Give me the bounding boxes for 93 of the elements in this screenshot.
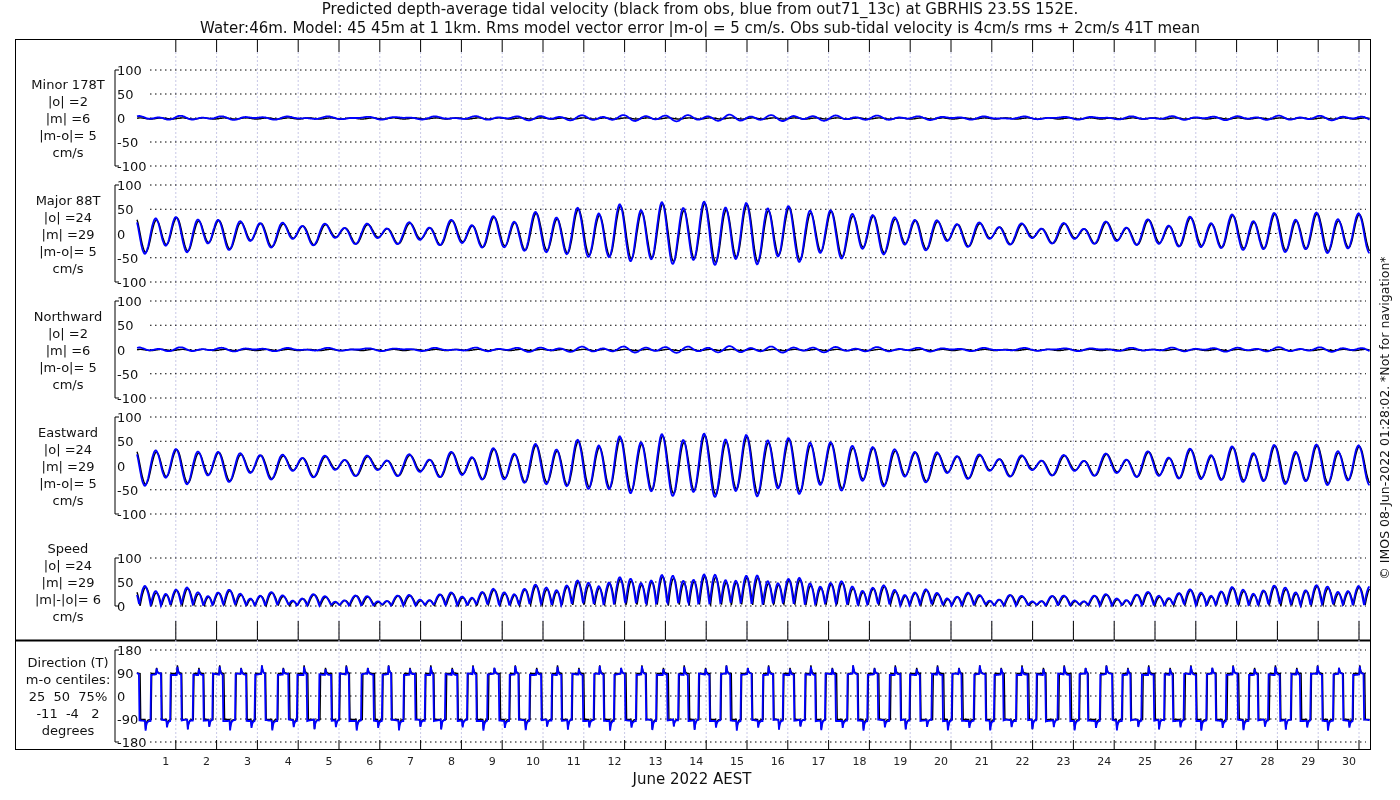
x-tick-label: 2	[203, 755, 211, 768]
panel-label: Major 88T	[35, 192, 101, 208]
y-tick-label: 0	[117, 342, 126, 358]
y-tick-label: 50	[117, 318, 134, 334]
panel-label: Speed	[47, 541, 89, 556]
y-tick-label: 100	[117, 63, 142, 78]
x-tick-label: 12	[607, 755, 622, 768]
x-tick-label: 17	[811, 755, 826, 768]
x-tick-label: 25	[1138, 755, 1152, 768]
plot-title: Predicted depth-average tidal velocity (black from obs, blue from out71_13c) at GBRHIS 23.5S 152E.	[321, 0, 1079, 18]
y-tick-label: -100	[117, 159, 147, 174]
panel-label: 25 50 75%	[28, 689, 108, 704]
panel-label: |m-o|= 5	[39, 243, 97, 259]
x-tick-label: 23	[1056, 755, 1071, 768]
y-tick-label: -100	[117, 391, 147, 406]
panel-label: |m-o|= 5	[39, 128, 97, 143]
panel-label: degrees	[41, 723, 95, 738]
panel-label: cm/s	[52, 260, 84, 276]
x-tick-label: 14	[689, 755, 704, 768]
x-tick-label: 4	[284, 755, 292, 768]
panel-label: |m-o|= 5	[39, 475, 97, 491]
panel-label: Eastward	[38, 424, 98, 440]
y-tick-label: -50	[117, 250, 139, 266]
panel-label: cm/s	[52, 609, 84, 624]
y-tick-label: 100	[117, 410, 142, 425]
x-tick-label: 21	[974, 755, 989, 768]
x-tick-label: 20	[934, 755, 948, 768]
x-tick-label: 19	[893, 755, 908, 768]
x-tick-label: 15	[730, 755, 744, 768]
x-tick-label: 10	[526, 755, 540, 768]
x-tick-label: 26	[1178, 755, 1193, 768]
panel-label: |m| =6	[45, 342, 91, 358]
panel-label: cm/s	[52, 376, 84, 392]
y-tick-label: 0	[117, 226, 126, 242]
x-tick-label: 18	[852, 755, 867, 768]
y-tick-label: 50	[117, 87, 134, 102]
y-tick-label: -50	[117, 482, 139, 498]
y-tick-label: -100	[117, 275, 147, 290]
y-tick-label: 50	[117, 202, 134, 218]
panel-label: |m| =29	[41, 226, 95, 242]
panel-label: |m| =29	[41, 575, 95, 590]
y-tick-label: -50	[117, 366, 139, 382]
x-tick-label: 9	[488, 755, 496, 768]
panel-label: -11 -4 2	[36, 706, 100, 721]
x-tick-label: 8	[447, 755, 455, 768]
panel-label: m-o centiles:	[25, 672, 111, 687]
panel-label: |m| =29	[41, 458, 95, 474]
panel-label: |o| =2	[48, 94, 88, 109]
x-tick-label: 3	[243, 755, 251, 768]
copyright-note: © IMOS 08-Jun-2022 01:28:02. *Not for navigation*	[1377, 256, 1392, 580]
x-tick-label: 5	[325, 755, 333, 768]
x-tick-label: 11	[566, 755, 581, 768]
y-tick-label: 100	[117, 294, 142, 309]
panel-label: cm/s	[52, 492, 84, 508]
x-axis-label: June 2022 AEST	[632, 770, 752, 788]
panel-label: Northward	[33, 308, 103, 324]
panel-label: Direction (T)	[27, 655, 109, 670]
x-tick-label: 29	[1301, 755, 1316, 768]
y-tick-label: 0	[117, 458, 126, 474]
y-tick-label: 100	[117, 178, 142, 193]
panel-label: cm/s	[52, 145, 84, 160]
x-tick-label: 6	[366, 755, 374, 768]
plot-title: Water:46m. Model: 45 45m at 1 1km. Rms model vector error |m-o| = 5 cm/s. Obs sub-tidal velocity is 4cm/s rms + 2cm/s 41T mean	[200, 19, 1200, 37]
y-tick-label: 0	[117, 689, 126, 704]
y-tick-label: 50	[117, 434, 134, 450]
y-tick-label: 0	[117, 599, 126, 614]
y-tick-label: -100	[117, 507, 147, 522]
x-tick-label: 1	[162, 755, 170, 768]
x-tick-label: 28	[1260, 755, 1275, 768]
panel-label: |o| =24	[43, 558, 93, 573]
y-axis	[114, 557, 120, 607]
y-tick-label: 0	[117, 111, 126, 126]
x-tick-label: 30	[1342, 755, 1356, 768]
panel-label: |m|-|o|= 6	[34, 592, 102, 607]
y-tick-label: 100	[117, 551, 142, 566]
x-tick-label: 22	[1015, 755, 1030, 768]
y-tick-label: -50	[117, 135, 139, 150]
x-tick-label: 24	[1097, 755, 1112, 768]
panel-label: |o| =24	[43, 209, 93, 225]
y-tick-label: 50	[117, 575, 134, 590]
panel-label: Minor 178T	[31, 77, 105, 92]
panel-label: |m| =6	[45, 111, 91, 126]
y-tick-label: -90	[117, 712, 139, 727]
y-tick-label: 90	[117, 666, 134, 681]
x-tick-label: 16	[770, 755, 785, 768]
x-tick-label: 27	[1219, 755, 1234, 768]
panel-label: |o| =2	[48, 325, 88, 341]
x-tick-label: 13	[648, 755, 663, 768]
panel-label: |m-o|= 5	[39, 359, 97, 375]
y-tick-label: 180	[117, 643, 142, 658]
x-tick-label: 7	[407, 755, 415, 768]
y-tick-label: -180	[117, 735, 147, 750]
panel-label: |o| =24	[43, 441, 93, 457]
